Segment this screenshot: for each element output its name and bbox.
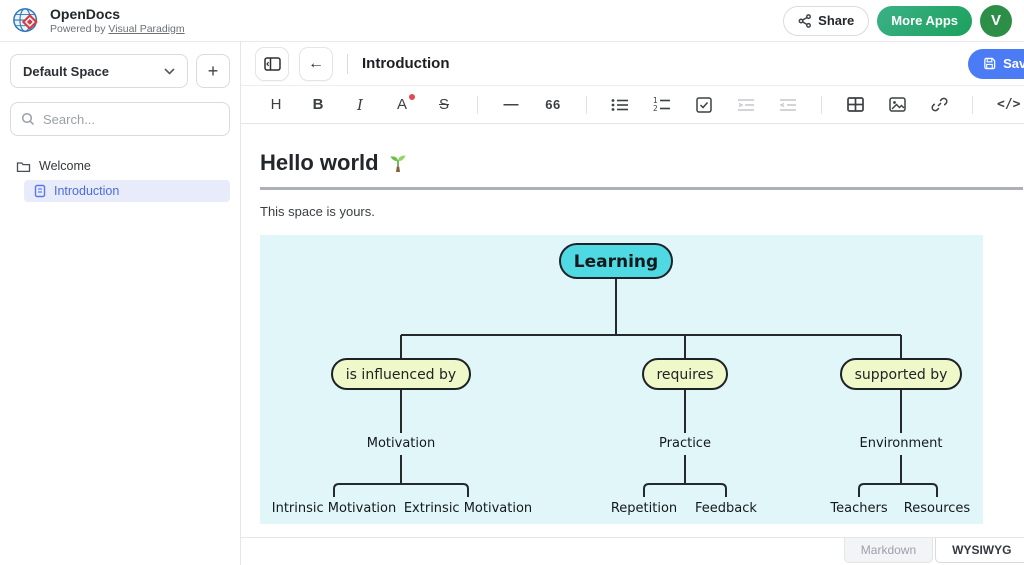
save-icon xyxy=(983,57,996,70)
save-button[interactable]: Save xyxy=(968,49,1024,79)
table-button[interactable] xyxy=(846,93,864,117)
markdown-mode-tab[interactable]: Markdown xyxy=(844,538,933,563)
svg-text:Practice: Practice xyxy=(659,436,711,451)
ordered-list-button[interactable]: 1 2 xyxy=(653,93,671,117)
share-icon xyxy=(798,14,812,28)
mindmap-branch-node: is influenced by xyxy=(332,359,470,389)
font-color-button[interactable]: A xyxy=(393,93,411,117)
font-color-dot xyxy=(409,94,415,100)
sidebar: Default Space + xyxy=(0,42,241,565)
back-arrow-icon: ← xyxy=(308,55,324,73)
svg-text:Learning: Learning xyxy=(574,252,658,272)
mindmap-root-node: Learning xyxy=(560,244,672,278)
powered-by: Powered by Visual Paradigm xyxy=(50,23,185,35)
chevron-down-icon xyxy=(164,68,175,75)
svg-text:Environment: Environment xyxy=(859,436,942,451)
visual-paradigm-link[interactable]: Visual Paradigm xyxy=(108,23,184,35)
svg-text:2: 2 xyxy=(653,104,658,112)
blockquote-button[interactable]: 66 xyxy=(544,93,562,117)
opendocs-logo-icon xyxy=(12,6,42,36)
toolbar-separator xyxy=(477,96,478,114)
space-selector[interactable]: Default Space xyxy=(10,54,188,88)
strikethrough-button[interactable]: S xyxy=(435,93,453,117)
document-paragraph: This space is yours. xyxy=(260,204,1023,219)
format-toolbar: H B I A S — 66 1 2 xyxy=(241,86,1024,124)
wysiwyg-mode-tab[interactable]: WYSIWYG xyxy=(935,538,1024,563)
horizontal-rule-button[interactable]: — xyxy=(502,93,520,117)
bullet-list-button[interactable] xyxy=(611,93,629,117)
task-list-button[interactable] xyxy=(695,93,713,117)
svg-text:Motivation: Motivation xyxy=(367,436,435,451)
svg-text:is influenced by: is influenced by xyxy=(346,367,456,383)
tree-item-label: Welcome xyxy=(39,159,91,173)
bold-button[interactable]: B xyxy=(309,93,327,117)
document-heading: Hello world xyxy=(260,148,1023,190)
mindmap-labels: Motivation Practice Environment Intrinsi… xyxy=(272,436,971,516)
user-avatar[interactable]: V xyxy=(980,5,1012,37)
svg-text:Extrinsic Motivation: Extrinsic Motivation xyxy=(404,501,532,516)
page-tree: Welcome Introduction xyxy=(10,154,230,202)
folder-icon xyxy=(16,160,31,173)
tree-item-introduction[interactable]: Introduction xyxy=(24,180,230,202)
document-content[interactable]: Hello world This space is yours. xyxy=(241,124,1024,537)
svg-text:Teachers: Teachers xyxy=(829,501,887,516)
share-button[interactable]: Share xyxy=(783,6,869,36)
indent-button[interactable] xyxy=(737,93,755,117)
mindmap-branch-node: supported by xyxy=(841,359,961,389)
svg-text:Repetition: Repetition xyxy=(611,501,677,516)
back-button[interactable]: ← xyxy=(299,47,333,81)
document-icon xyxy=(34,184,46,198)
svg-text:Resources: Resources xyxy=(904,501,971,516)
svg-text:requires: requires xyxy=(656,367,713,383)
search-icon xyxy=(21,112,35,126)
svg-text:Feedback: Feedback xyxy=(695,501,757,516)
toggle-sidebar-button[interactable] xyxy=(255,47,289,81)
more-apps-button[interactable]: More Apps xyxy=(877,6,972,36)
svg-text:Intrinsic Motivation: Intrinsic Motivation xyxy=(272,501,396,516)
seedling-emoji-icon xyxy=(387,152,409,174)
svg-text:supported by: supported by xyxy=(855,367,948,383)
page-title: Introduction xyxy=(362,55,449,72)
toolbar-separator xyxy=(586,96,587,114)
editor-pane: ← Introduction Save H B I A xyxy=(241,42,1024,565)
image-button[interactable] xyxy=(888,93,906,117)
sidebar-collapse-icon xyxy=(264,57,281,71)
italic-button[interactable]: I xyxy=(351,93,369,117)
topbar-divider xyxy=(347,54,348,74)
add-space-button[interactable]: + xyxy=(196,54,230,88)
editor-footer: Markdown WYSIWYG xyxy=(241,537,1024,565)
toolbar-separator xyxy=(821,96,822,114)
toolbar-separator xyxy=(972,96,973,114)
app-header: OpenDocs Powered by Visual Paradigm Shar… xyxy=(0,0,1024,42)
outdent-button[interactable] xyxy=(779,93,797,117)
mindmap-diagram[interactable]: Learning is influenced by requires suppo… xyxy=(260,235,983,524)
link-button[interactable] xyxy=(930,93,948,117)
code-button[interactable]: </> xyxy=(997,93,1020,117)
mindmap-branch-node: requires xyxy=(643,359,727,389)
tree-item-label: Introduction xyxy=(54,184,119,198)
tree-item-welcome[interactable]: Welcome xyxy=(10,154,230,178)
app-name: OpenDocs xyxy=(50,6,185,22)
heading-button[interactable]: H xyxy=(267,93,285,117)
search-input[interactable] xyxy=(43,112,219,127)
editor-topbar: ← Introduction Save xyxy=(241,42,1024,86)
search-box[interactable] xyxy=(10,102,230,136)
